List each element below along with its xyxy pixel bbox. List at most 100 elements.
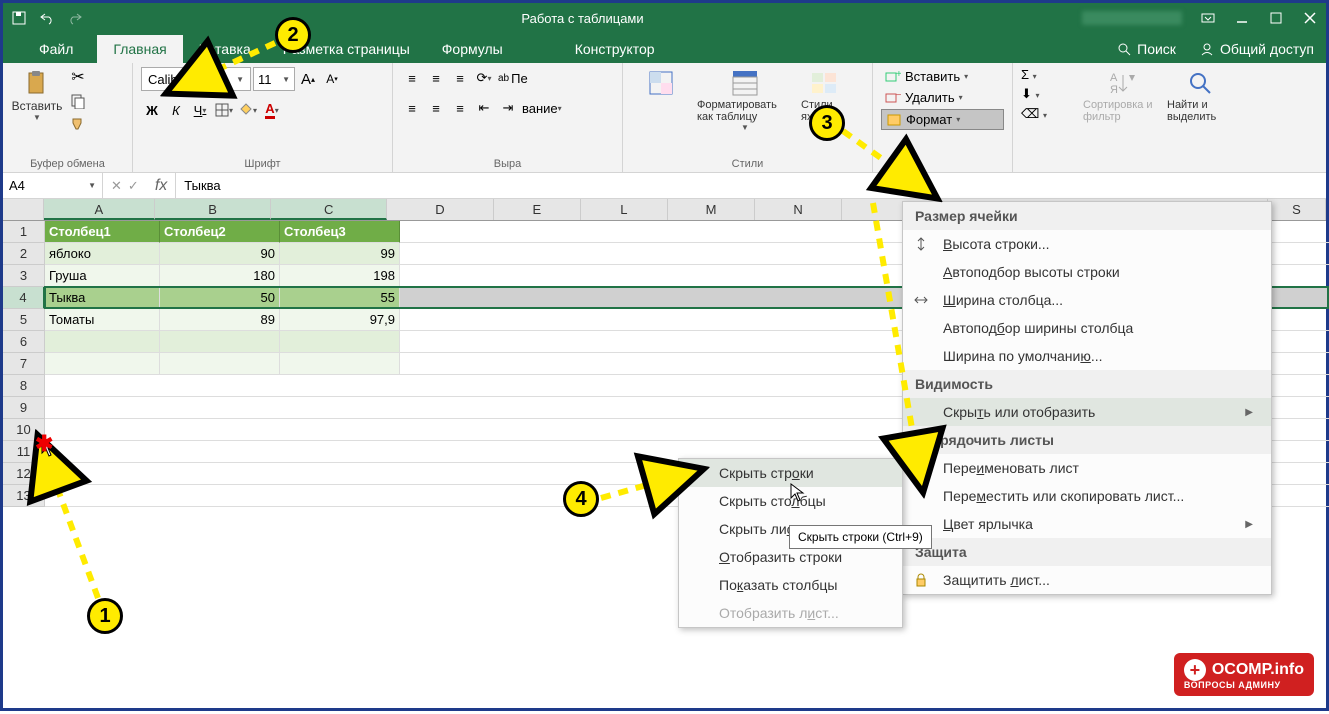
undo-icon[interactable] xyxy=(39,10,55,26)
merge-icon[interactable]: вание▾ xyxy=(521,97,563,119)
row-header[interactable]: 3 xyxy=(3,265,45,287)
menu-hide-cols[interactable]: Скрыть столбцы xyxy=(679,487,902,515)
share-button[interactable]: Общий доступ xyxy=(1188,35,1326,63)
col-header[interactable]: M xyxy=(668,199,755,220)
col-header[interactable]: A xyxy=(44,199,155,220)
menu-show-cols[interactable]: Показать столбцы xyxy=(679,571,902,599)
menu-tab-color[interactable]: Цвет ярлычка▶ xyxy=(903,510,1271,538)
menu-protect-sheet[interactable]: Защитить лист... xyxy=(903,566,1271,594)
col-header[interactable]: D xyxy=(387,199,493,220)
menu-rename-sheet[interactable]: Переименовать лист xyxy=(903,454,1271,482)
table-cell[interactable]: 89 xyxy=(160,309,280,331)
shrink-font-icon[interactable]: A▾ xyxy=(321,68,343,90)
table-header-cell[interactable]: Столбец2 xyxy=(160,221,280,243)
menu-hide-rows[interactable]: Скрыть строки xyxy=(679,459,902,487)
col-header[interactable]: B xyxy=(155,199,271,220)
accept-formula-icon[interactable]: ✓ xyxy=(128,178,139,194)
align-center-icon[interactable]: ≡ xyxy=(425,97,447,119)
find-select-button[interactable]: Найти и выделить xyxy=(1165,67,1235,125)
search-box[interactable]: Поиск xyxy=(1105,35,1188,63)
table-cell[interactable]: 50 xyxy=(160,287,280,309)
name-box[interactable]: A4▼ xyxy=(3,173,103,198)
copy-icon[interactable] xyxy=(67,91,89,111)
table-cell[interactable]: яблоко xyxy=(45,243,160,265)
menu-row-height[interactable]: Высота строки... xyxy=(903,230,1271,258)
underline-button[interactable]: Ч▾ xyxy=(189,99,211,121)
minimize-icon[interactable] xyxy=(1234,10,1250,26)
tab-home[interactable]: Главная xyxy=(97,35,182,63)
row-header[interactable]: 8 xyxy=(3,375,45,397)
tab-design[interactable]: Конструктор xyxy=(559,35,671,63)
font-color-icon[interactable]: A▾ xyxy=(261,99,283,121)
menu-autofit-row[interactable]: Автоподбор высоты строки xyxy=(903,258,1271,286)
align-bottom-icon[interactable]: ≡ xyxy=(449,67,471,89)
table-header-cell[interactable]: Столбец3 xyxy=(280,221,400,243)
menu-col-width[interactable]: Ширина столбца... xyxy=(903,286,1271,314)
row-header[interactable]: 2 xyxy=(3,243,45,265)
table-cell[interactable]: 180 xyxy=(160,265,280,287)
close-icon[interactable] xyxy=(1302,10,1318,26)
orientation-icon[interactable]: ⟳▾ xyxy=(473,67,495,89)
table-cell[interactable]: 97,9 xyxy=(280,309,400,331)
tab-file[interactable]: Файл xyxy=(23,35,89,63)
row-header[interactable]: 13 xyxy=(3,485,45,507)
wrap-text-icon[interactable]: abПе xyxy=(497,67,529,89)
col-header[interactable]: N xyxy=(755,199,842,220)
save-icon[interactable] xyxy=(11,10,27,26)
fill-icon[interactable]: ⬇ ▾ xyxy=(1021,86,1065,102)
table-cell[interactable]: 198 xyxy=(280,265,400,287)
align-right-icon[interactable]: ≡ xyxy=(449,97,471,119)
cancel-formula-icon[interactable]: ✕ xyxy=(111,178,122,194)
borders-icon[interactable]: ▾ xyxy=(213,99,235,121)
cut-icon[interactable]: ✂ xyxy=(67,67,89,87)
row-header[interactable]: 1 xyxy=(3,221,45,243)
row-header[interactable]: 7 xyxy=(3,353,45,375)
delete-cells-button[interactable]: −Удалить▾ xyxy=(881,88,1004,107)
fill-color-icon[interactable]: ▾ xyxy=(237,99,259,121)
table-cell[interactable]: 99 xyxy=(280,243,400,265)
clear-icon[interactable]: ⌫ ▾ xyxy=(1021,106,1065,122)
row-header[interactable]: 12 xyxy=(3,463,45,485)
fx-icon[interactable]: fx xyxy=(147,173,176,198)
paste-button[interactable]: Вставить ▼ xyxy=(11,67,63,124)
maximize-icon[interactable] xyxy=(1268,10,1284,26)
format-painter-icon[interactable] xyxy=(67,115,89,135)
decrease-indent-icon[interactable]: ⇤ xyxy=(473,97,495,119)
align-top-icon[interactable]: ≡ xyxy=(401,67,423,89)
table-cell[interactable]: Тыква xyxy=(45,287,160,309)
ribbon-options-icon[interactable] xyxy=(1200,10,1216,26)
col-header[interactable]: C xyxy=(271,199,387,220)
menu-default-width[interactable]: Ширина по умолчанию... xyxy=(903,342,1271,370)
tab-formulas[interactable]: Формулы xyxy=(426,35,519,63)
formula-input[interactable]: Тыква xyxy=(176,178,1326,193)
menu-hide-unhide[interactable]: Скрыть или отобразить▶ xyxy=(903,398,1271,426)
tab-insert[interactable]: Вставка xyxy=(183,35,267,63)
row-header[interactable]: 11 xyxy=(3,441,45,463)
format-cells-button[interactable]: Формат▾ xyxy=(881,109,1004,130)
col-header[interactable]: S xyxy=(1268,199,1326,220)
increase-indent-icon[interactable]: ⇥ xyxy=(497,97,519,119)
table-header-cell[interactable]: Столбец1 xyxy=(45,221,160,243)
menu-show-sheet[interactable]: Отобразить лист... xyxy=(679,599,902,627)
sort-filter-button[interactable]: AЯ Сортировка и фильтр xyxy=(1081,67,1161,125)
align-middle-icon[interactable]: ≡ xyxy=(425,67,447,89)
grow-font-icon[interactable]: A▴ xyxy=(297,68,319,90)
row-header[interactable]: 5 xyxy=(3,309,45,331)
menu-autofit-col[interactable]: Автоподбор ширины столбца xyxy=(903,314,1271,342)
bold-button[interactable]: Ж xyxy=(141,99,163,121)
row-header[interactable]: 9 xyxy=(3,397,45,419)
italic-button[interactable]: К xyxy=(165,99,187,121)
menu-move-copy-sheet[interactable]: Переместить или скопировать лист... xyxy=(903,482,1271,510)
row-header[interactable]: 4 xyxy=(3,287,45,309)
font-size-dropdown[interactable]: 11▼ xyxy=(253,67,295,91)
col-header[interactable]: L xyxy=(581,199,668,220)
select-all-corner[interactable] xyxy=(3,199,44,220)
table-cell[interactable]: 90 xyxy=(160,243,280,265)
row-header[interactable]: 10 xyxy=(3,419,45,441)
table-cell[interactable]: Груша xyxy=(45,265,160,287)
format-as-table-button[interactable]: Форматировать как таблицу ▼ xyxy=(695,67,795,134)
table-cell[interactable]: 55 xyxy=(280,287,400,309)
redo-icon[interactable] xyxy=(67,10,83,26)
col-header[interactable]: E xyxy=(494,199,581,220)
row-header[interactable]: 6 xyxy=(3,331,45,353)
